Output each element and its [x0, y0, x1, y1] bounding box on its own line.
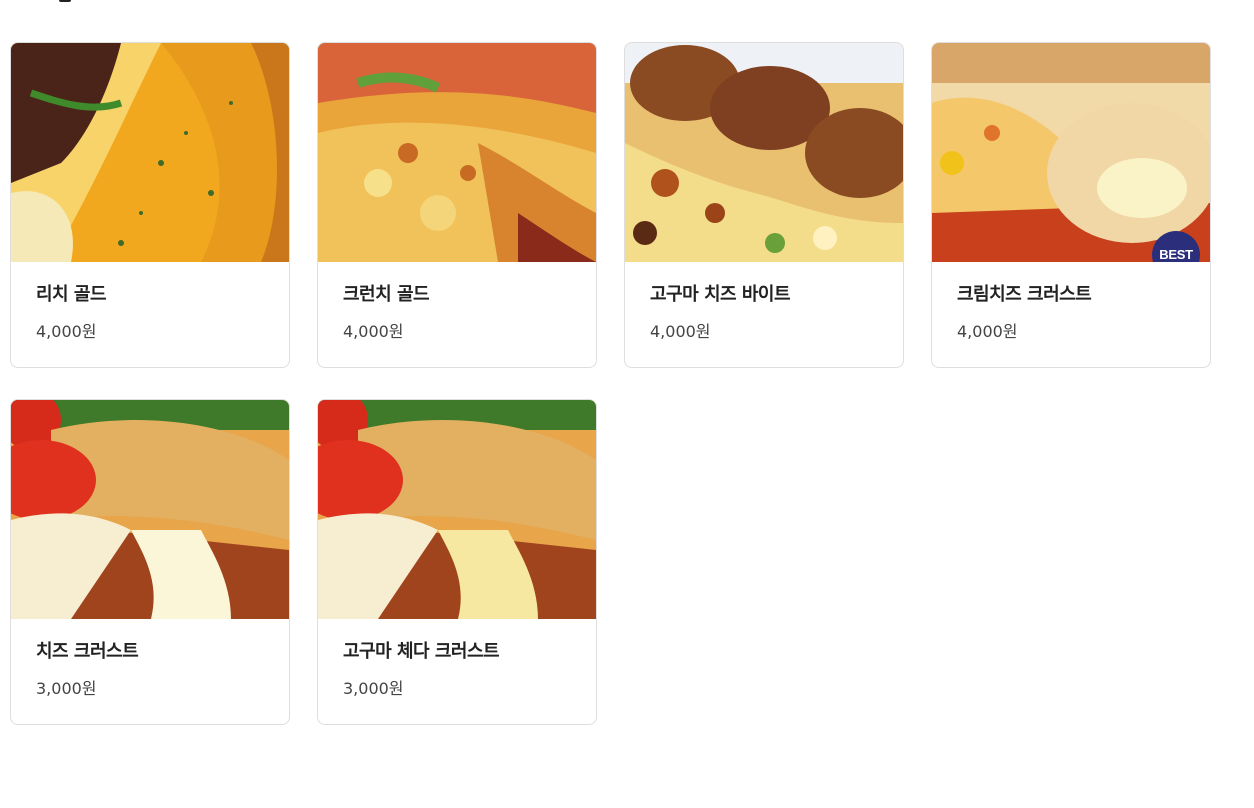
product-name[interactable]: 치즈 크러스트	[36, 639, 264, 665]
product-card-rich-gold[interactable]: 리치 골드 4,000원	[10, 42, 290, 368]
product-price: 4,000원	[36, 322, 97, 341]
product-card-sweet-potato-cheddar-crust[interactable]: 고구마 체다 크러스트 3,000원	[317, 399, 597, 725]
product-name[interactable]: 크런치 골드	[343, 282, 571, 308]
product-price: 3,000원	[36, 679, 97, 698]
product-price: 4,000원	[957, 322, 1018, 341]
product-card-sweet-potato-cheese-bite[interactable]: 고구마 치즈 바이트 4,000원	[624, 42, 904, 368]
product-image[interactable]: BEST	[932, 43, 1210, 262]
page: 리치 골드 4,000원 크런치 골드 4,000원 고구마 치즈 바이트 4,…	[0, 0, 1254, 808]
product-name[interactable]: 고구마 체다 크러스트	[343, 639, 571, 665]
product-price: 4,000원	[650, 322, 711, 341]
product-name[interactable]: 리치 골드	[36, 282, 264, 308]
product-image[interactable]	[318, 400, 596, 619]
product-card-cheese-crust[interactable]: 치즈 크러스트 3,000원	[10, 399, 290, 725]
product-name[interactable]: 고구마 치즈 바이트	[650, 282, 878, 308]
product-card-crunch-gold[interactable]: 크런치 골드 4,000원	[317, 42, 597, 368]
product-price: 3,000원	[343, 679, 404, 698]
product-grid: 리치 골드 4,000원 크런치 골드 4,000원 고구마 치즈 바이트 4,…	[10, 42, 1211, 725]
product-name[interactable]: 크림치즈 크러스트	[957, 282, 1185, 308]
product-card-cream-cheese-crust[interactable]: BEST 크림치즈 크러스트 4,000원	[931, 42, 1211, 368]
product-image[interactable]	[318, 43, 596, 262]
product-image[interactable]	[625, 43, 903, 262]
product-image[interactable]	[11, 43, 289, 262]
product-image[interactable]	[11, 400, 289, 619]
product-price: 4,000원	[343, 322, 404, 341]
section-heading-fragment	[33, 0, 73, 4]
